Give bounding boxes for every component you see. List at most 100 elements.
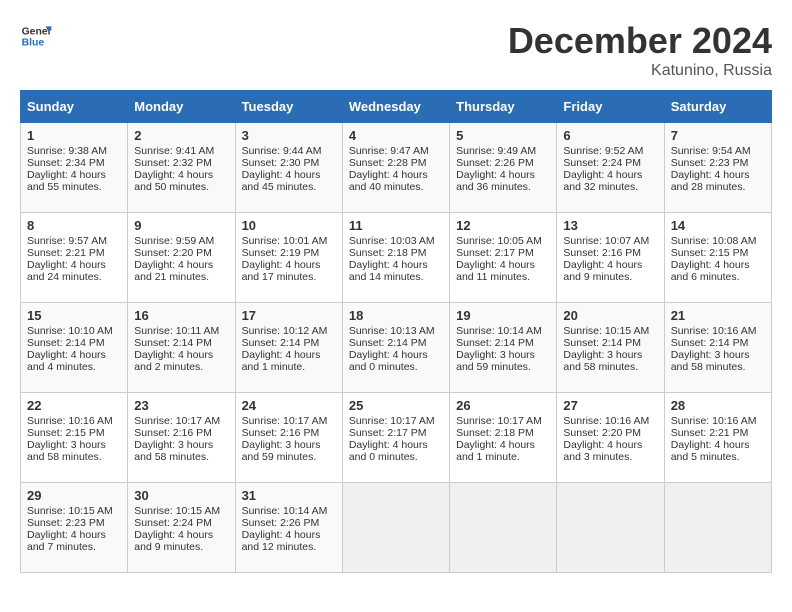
calendar-cell: 22Sunrise: 10:16 AMSunset: 2:15 PMDaylig… bbox=[21, 393, 128, 483]
day-info-line: Sunrise: 9:44 AM bbox=[242, 145, 336, 157]
day-info-line: Daylight: 4 hours bbox=[671, 439, 765, 451]
day-info-line: Sunrise: 10:17 AM bbox=[456, 415, 550, 427]
day-info-line: Daylight: 3 hours bbox=[563, 349, 657, 361]
day-number: 29 bbox=[27, 488, 121, 503]
day-info-line: Sunrise: 9:49 AM bbox=[456, 145, 550, 157]
day-info-line: Sunset: 2:14 PM bbox=[134, 337, 228, 349]
calendar-cell: 8Sunrise: 9:57 AMSunset: 2:21 PMDaylight… bbox=[21, 213, 128, 303]
calendar-cell: 25Sunrise: 10:17 AMSunset: 2:17 PMDaylig… bbox=[342, 393, 449, 483]
day-info-line: and 7 minutes. bbox=[27, 541, 121, 553]
day-info-line: Sunrise: 10:11 AM bbox=[134, 325, 228, 337]
day-info-line: and 50 minutes. bbox=[134, 181, 228, 193]
day-info-line: Daylight: 4 hours bbox=[242, 169, 336, 181]
calendar-cell: 5Sunrise: 9:49 AMSunset: 2:26 PMDaylight… bbox=[450, 123, 557, 213]
day-info-line: and 36 minutes. bbox=[456, 181, 550, 193]
day-number: 9 bbox=[134, 218, 228, 233]
day-info-line: Daylight: 4 hours bbox=[671, 169, 765, 181]
day-info-line: Daylight: 4 hours bbox=[456, 259, 550, 271]
day-info-line: Sunset: 2:19 PM bbox=[242, 247, 336, 259]
day-info-line: Daylight: 4 hours bbox=[671, 259, 765, 271]
day-info-line: Sunrise: 9:59 AM bbox=[134, 235, 228, 247]
day-number: 1 bbox=[27, 128, 121, 143]
day-info-line: and 59 minutes. bbox=[242, 451, 336, 463]
day-info-line: Sunset: 2:17 PM bbox=[456, 247, 550, 259]
col-saturday: Saturday bbox=[664, 91, 771, 123]
calendar-cell: 6Sunrise: 9:52 AMSunset: 2:24 PMDaylight… bbox=[557, 123, 664, 213]
day-info-line: Sunset: 2:15 PM bbox=[27, 427, 121, 439]
calendar-cell: 29Sunrise: 10:15 AMSunset: 2:23 PMDaylig… bbox=[21, 483, 128, 573]
day-info-line: Sunset: 2:20 PM bbox=[563, 427, 657, 439]
day-info-line: Sunrise: 10:01 AM bbox=[242, 235, 336, 247]
day-info-line: Sunset: 2:14 PM bbox=[671, 337, 765, 349]
calendar-cell: 10Sunrise: 10:01 AMSunset: 2:19 PMDaylig… bbox=[235, 213, 342, 303]
header-row: Sunday Monday Tuesday Wednesday Thursday… bbox=[21, 91, 772, 123]
calendar-cell bbox=[664, 483, 771, 573]
day-number: 11 bbox=[349, 218, 443, 233]
day-info-line: and 1 minute. bbox=[456, 451, 550, 463]
day-number: 14 bbox=[671, 218, 765, 233]
day-info-line: Sunrise: 9:57 AM bbox=[27, 235, 121, 247]
day-info-line: and 58 minutes. bbox=[671, 361, 765, 373]
day-info-line: Sunset: 2:30 PM bbox=[242, 157, 336, 169]
col-sunday: Sunday bbox=[21, 91, 128, 123]
calendar-cell: 4Sunrise: 9:47 AMSunset: 2:28 PMDaylight… bbox=[342, 123, 449, 213]
day-info-line: Sunrise: 10:12 AM bbox=[242, 325, 336, 337]
day-info-line: Sunset: 2:17 PM bbox=[349, 427, 443, 439]
day-info-line: Daylight: 4 hours bbox=[456, 169, 550, 181]
day-number: 25 bbox=[349, 398, 443, 413]
day-info-line: Sunset: 2:15 PM bbox=[671, 247, 765, 259]
day-info-line: Sunset: 2:18 PM bbox=[349, 247, 443, 259]
calendar-cell: 18Sunrise: 10:13 AMSunset: 2:14 PMDaylig… bbox=[342, 303, 449, 393]
calendar-cell: 14 Sunrise: 10:08 AMSunset: 2:15 PMDaylig… bbox=[664, 213, 771, 303]
day-info-line: and 5 minutes. bbox=[671, 451, 765, 463]
day-info-line: Daylight: 4 hours bbox=[456, 439, 550, 451]
day-info-line: Daylight: 4 hours bbox=[242, 349, 336, 361]
day-number: 10 bbox=[242, 218, 336, 233]
calendar-cell: 24Sunrise: 10:17 AMSunset: 2:16 PMDaylig… bbox=[235, 393, 342, 483]
location-title: Katunino, Russia bbox=[508, 62, 772, 80]
calendar-cell: 13Sunrise: 10:07 AMSunset: 2:16 PMDaylig… bbox=[557, 213, 664, 303]
day-info-line: Sunset: 2:21 PM bbox=[27, 247, 121, 259]
day-number: 17 bbox=[242, 308, 336, 323]
day-info-line: Sunrise: 10:14 AM bbox=[456, 325, 550, 337]
day-info-line: and 24 minutes. bbox=[27, 271, 121, 283]
day-info-line: Sunrise: 10:17 AM bbox=[349, 415, 443, 427]
calendar-cell: 12Sunrise: 10:05 AMSunset: 2:17 PMDaylig… bbox=[450, 213, 557, 303]
day-info-line: Sunset: 2:34 PM bbox=[27, 157, 121, 169]
day-info-line: Daylight: 3 hours bbox=[134, 439, 228, 451]
day-info-line: Sunrise: 10:16 AM bbox=[671, 415, 765, 427]
day-info-line: Sunrise: 10:08 AM bbox=[671, 235, 765, 247]
day-info-line: Sunrise: 10:07 AM bbox=[563, 235, 657, 247]
day-info-line: Sunrise: 10:03 AM bbox=[349, 235, 443, 247]
day-info-line: Daylight: 4 hours bbox=[349, 349, 443, 361]
calendar-cell: 9Sunrise: 9:59 AMSunset: 2:20 PMDaylight… bbox=[128, 213, 235, 303]
day-info-line: Sunset: 2:14 PM bbox=[242, 337, 336, 349]
day-info-line: Sunrise: 9:47 AM bbox=[349, 145, 443, 157]
day-info-line: Sunset: 2:14 PM bbox=[27, 337, 121, 349]
day-number: 8 bbox=[27, 218, 121, 233]
day-number: 31 bbox=[242, 488, 336, 503]
calendar-row-4: 22Sunrise: 10:16 AMSunset: 2:15 PMDaylig… bbox=[21, 393, 772, 483]
day-number: 23 bbox=[134, 398, 228, 413]
calendar-cell: 1Sunrise: 9:38 AMSunset: 2:34 PMDaylight… bbox=[21, 123, 128, 213]
day-info-line: Sunset: 2:23 PM bbox=[27, 517, 121, 529]
day-info-line: and 58 minutes. bbox=[27, 451, 121, 463]
calendar-cell: 31Sunrise: 10:14 AMSunset: 2:26 PMDaylig… bbox=[235, 483, 342, 573]
day-info-line: Daylight: 4 hours bbox=[27, 529, 121, 541]
day-info-line: Sunset: 2:28 PM bbox=[349, 157, 443, 169]
day-info-line: Sunset: 2:26 PM bbox=[242, 517, 336, 529]
day-number: 19 bbox=[456, 308, 550, 323]
day-info-line: Sunset: 2:21 PM bbox=[671, 427, 765, 439]
day-info-line: Daylight: 4 hours bbox=[134, 529, 228, 541]
day-number: 4 bbox=[349, 128, 443, 143]
calendar-cell bbox=[557, 483, 664, 573]
day-info-line: Sunset: 2:24 PM bbox=[134, 517, 228, 529]
day-info-line: and 58 minutes. bbox=[563, 361, 657, 373]
calendar-cell: 20Sunrise: 10:15 AMSunset: 2:14 PMDaylig… bbox=[557, 303, 664, 393]
day-info-line: Sunset: 2:18 PM bbox=[456, 427, 550, 439]
calendar-cell: 16Sunrise: 10:11 AMSunset: 2:14 PMDaylig… bbox=[128, 303, 235, 393]
day-number: 27 bbox=[563, 398, 657, 413]
day-info-line: and 12 minutes. bbox=[242, 541, 336, 553]
day-number: 5 bbox=[456, 128, 550, 143]
day-number: 3 bbox=[242, 128, 336, 143]
